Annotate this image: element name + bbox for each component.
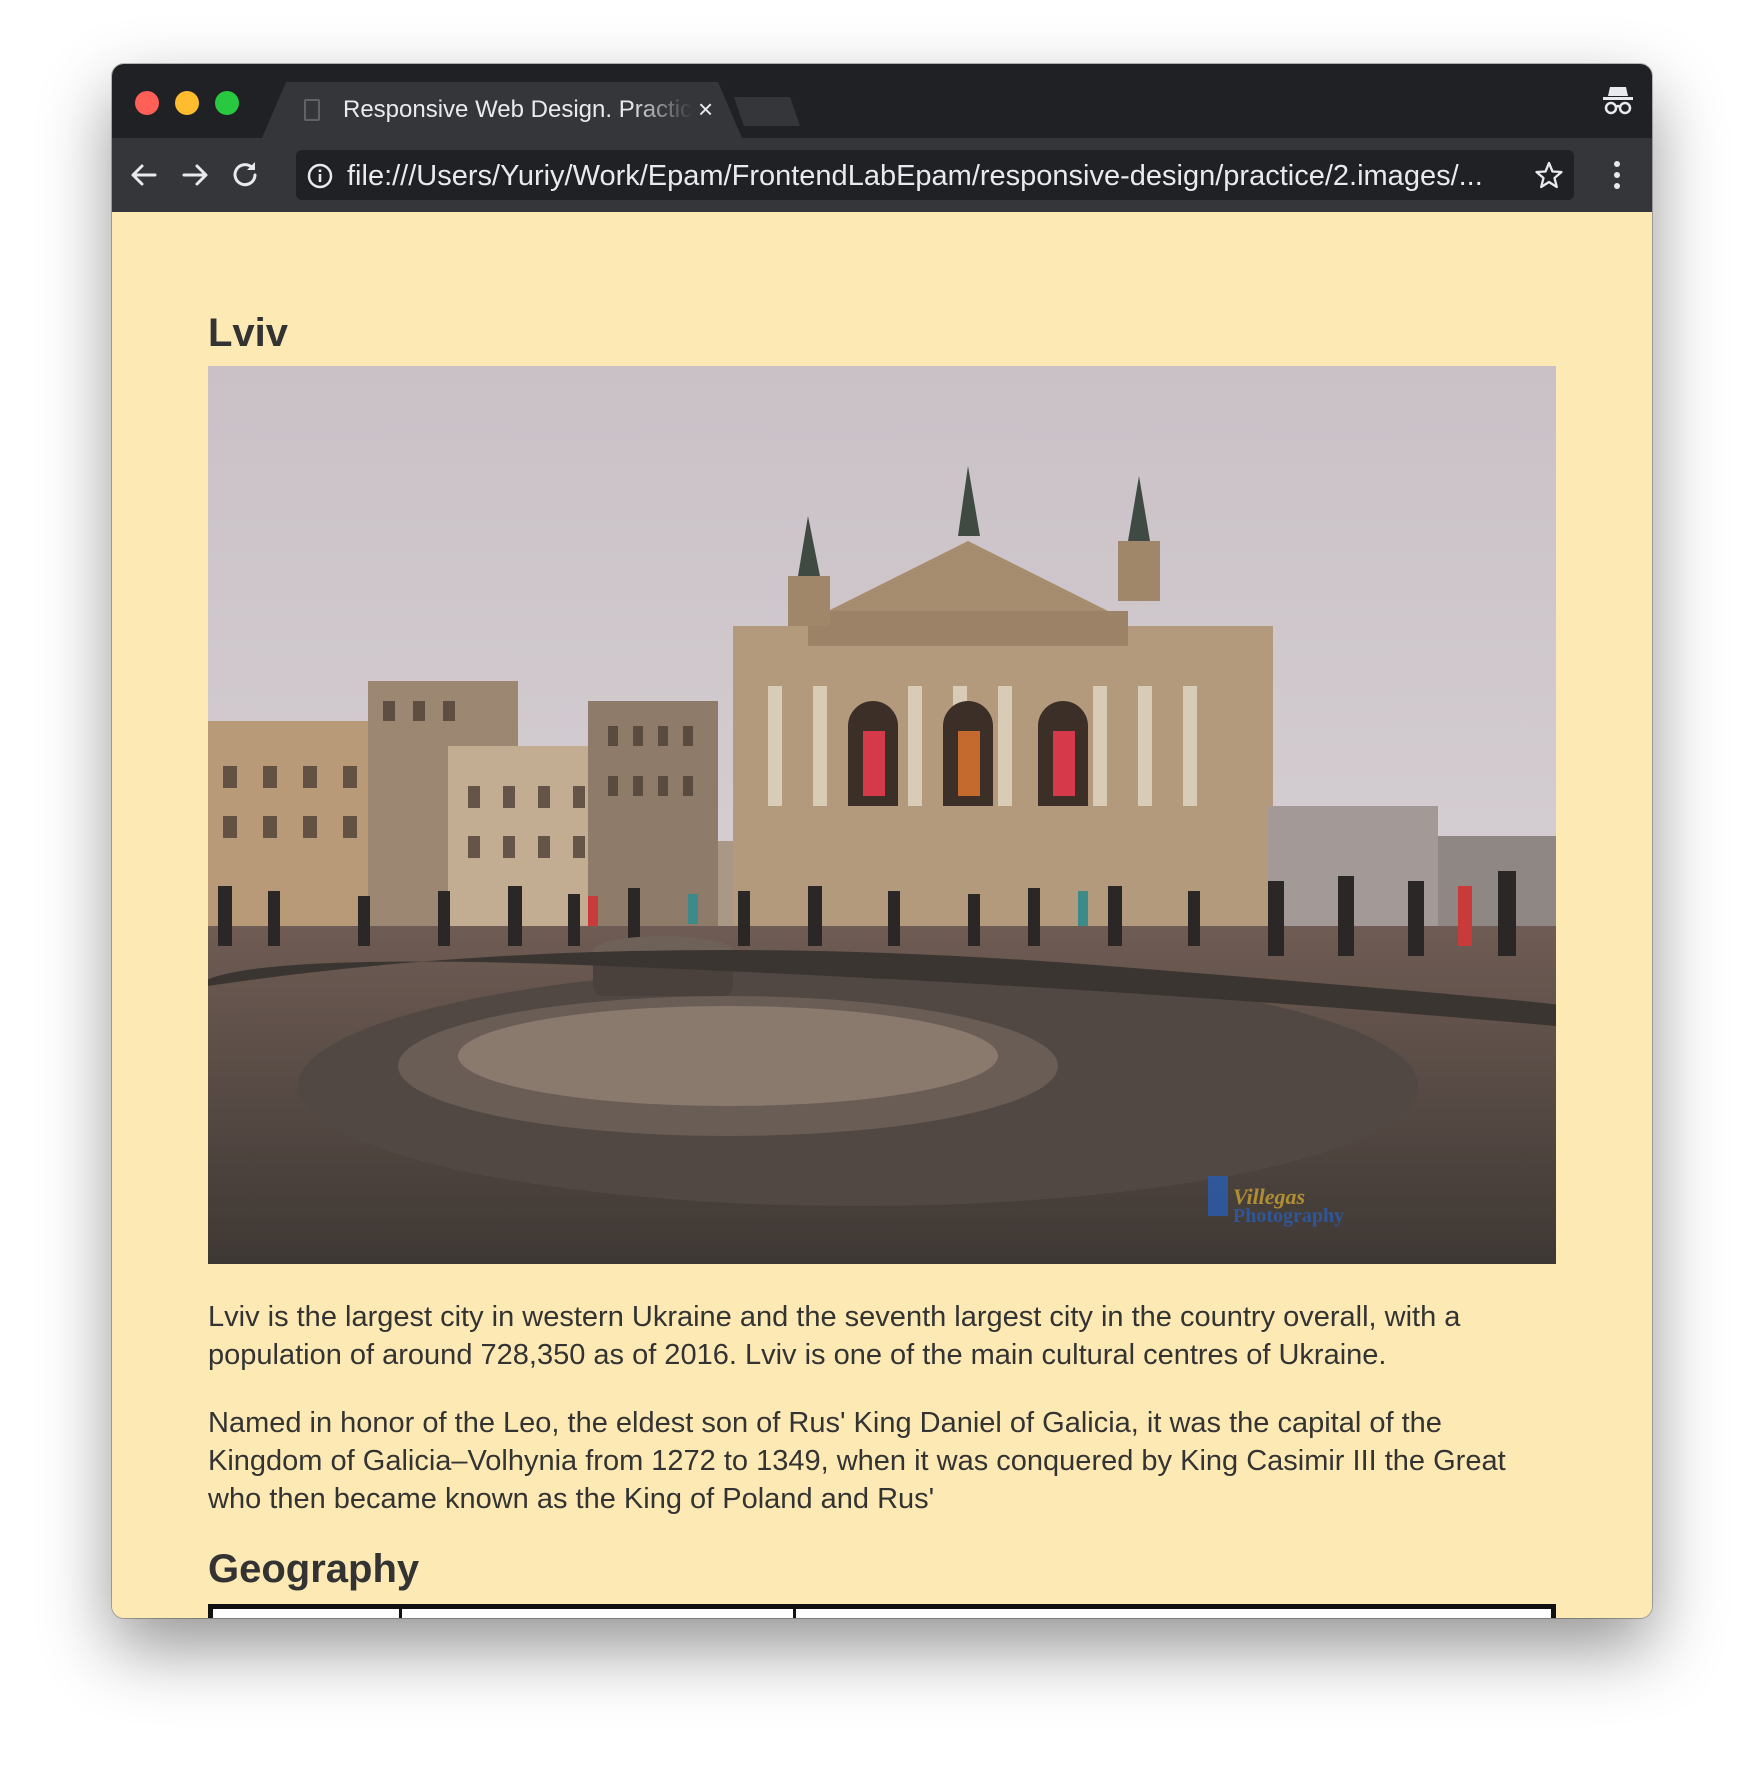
- close-window-button[interactable]: [135, 91, 159, 115]
- active-tab[interactable]: Responsive Web Design. Practice ×: [262, 82, 742, 138]
- zoom-window-button[interactable]: [215, 91, 239, 115]
- table-column-divider: [793, 1609, 796, 1618]
- lviv-opera-photo: Villegas Photography: [208, 366, 1556, 1264]
- info-icon[interactable]: [307, 163, 333, 189]
- star-icon[interactable]: [1534, 160, 1564, 190]
- back-arrow-icon[interactable]: [127, 158, 161, 192]
- page-viewport: Lviv Villegas Photography Lviv is the la…: [112, 212, 1652, 1618]
- new-tab-button[interactable]: [734, 97, 800, 126]
- section-heading-geography: Geography: [208, 1547, 420, 1591]
- kebab-menu-icon[interactable]: [1612, 158, 1622, 192]
- intro-paragraph: Lviv is the largest city in western Ukra…: [208, 1301, 1461, 1371]
- incognito-icon[interactable]: [1602, 83, 1634, 117]
- history-paragraph: Named in honor of the Leo, the eldest so…: [208, 1407, 1506, 1515]
- address-bar[interactable]: file:///Users/Yuriy/Work/Epam/FrontendLa…: [296, 150, 1574, 200]
- browser-window: Responsive Web Design. Practice × file:/…: [112, 64, 1652, 1618]
- page-title: Lviv: [208, 311, 289, 355]
- svg-text:Photography: Photography: [1233, 1205, 1344, 1227]
- title-bar: Responsive Web Design. Practice ×: [112, 64, 1652, 138]
- table-column-divider: [399, 1609, 402, 1618]
- tab-title: Responsive Web Design. Practice: [343, 96, 693, 123]
- forward-arrow-icon[interactable]: [178, 158, 212, 192]
- toolbar: file:///Users/Yuriy/Work/Epam/FrontendLa…: [112, 138, 1652, 212]
- url-text[interactable]: file:///Users/Yuriy/Work/Epam/FrontendLa…: [347, 160, 1507, 192]
- geography-table: [208, 1604, 1556, 1618]
- tab-close-button[interactable]: ×: [698, 94, 713, 124]
- minimize-window-button[interactable]: [175, 91, 199, 115]
- reload-icon[interactable]: [228, 158, 262, 192]
- document-icon: [304, 99, 320, 121]
